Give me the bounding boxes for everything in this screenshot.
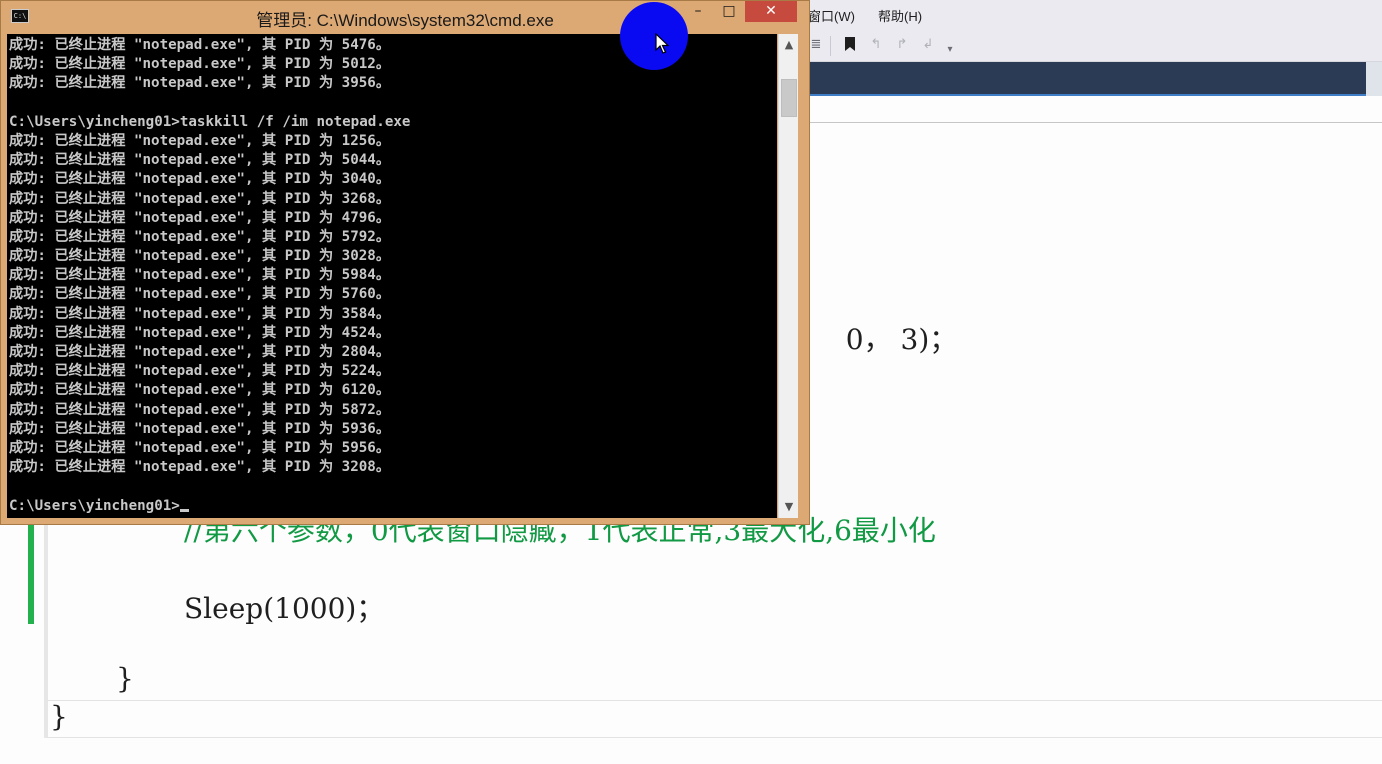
code-sleep-call[interactable]: Sleep(1000)； (184, 587, 384, 627)
console-line: 成功: 已终止进程 "notepad.exe", 其 PID 为 3028。 (9, 248, 391, 265)
console-line: 成功: 已终止进程 "notepad.exe", 其 PID 为 3584。 (9, 305, 391, 322)
code-line-args[interactable]: ， 0， 3)； (800, 318, 957, 358)
console-line: 成功: 已终止进程 "notepad.exe", 其 PID 为 6120。 (9, 382, 391, 399)
bookmark-prev-icon[interactable]: ↰ (868, 37, 884, 53)
console-line: 成功: 已终止进程 "notepad.exe", 其 PID 为 3268。 (9, 190, 391, 207)
console-prompt-text: C:\Users\yincheng01> (9, 497, 180, 514)
current-line-highlight (47, 700, 1382, 738)
mouse-pointer-icon (655, 33, 669, 54)
minimize-button[interactable]: – (684, 1, 712, 22)
menu-help[interactable]: 帮助(H) (878, 6, 922, 25)
scroll-thumb[interactable] (781, 79, 797, 117)
close-button[interactable]: ✕ (745, 1, 797, 22)
tab-scroll-button[interactable] (1366, 62, 1382, 96)
console-line: 成功: 已终止进程 "notepad.exe", 其 PID 为 5872。 (9, 401, 391, 418)
console-line: 成功: 已终止进程 "notepad.exe", 其 PID 为 5760。 (9, 286, 391, 303)
cmd-title-bar[interactable]: C:\ 管理员: C:\Windows\system32\cmd.exe – □… (1, 1, 809, 33)
text-cursor (179, 508, 189, 512)
console-line: 成功: 已终止进程 "notepad.exe", 其 PID 为 5044。 (9, 152, 391, 169)
console-line: 成功: 已终止进程 "notepad.exe", 其 PID 为 5012。 (9, 56, 391, 73)
scroll-up-arrow-icon[interactable]: ▲ (779, 34, 799, 56)
console-line: C:\Users\yincheng01>taskkill /f /im note… (9, 113, 411, 130)
console-line: 成功: 已终止进程 "notepad.exe", 其 PID 为 5792。 (9, 228, 391, 245)
menu-window[interactable]: 窗口(W) (808, 6, 855, 25)
maximize-button[interactable]: □ (714, 1, 744, 22)
console-line: 成功: 已终止进程 "notepad.exe", 其 PID 为 5936。 (9, 420, 391, 437)
bookmark-next-icon[interactable]: ↱ (894, 37, 910, 53)
console-line: 成功: 已终止进程 "notepad.exe", 其 PID 为 4524。 (9, 324, 391, 341)
console-line: 成功: 已终止进程 "notepad.exe", 其 PID 为 2804。 (9, 344, 391, 360)
change-tracking-bar (28, 516, 34, 624)
console-line: 成功: 已终止进程 "notepad.exe", 其 PID 为 3956。 (9, 75, 391, 92)
console-prompt[interactable]: C:\Users\yincheng01> (9, 497, 410, 516)
console-output[interactable]: 成功: 已终止进程 "notepad.exe", 其 PID 为 5476。 成功… (7, 34, 777, 518)
code-outer-brace[interactable]: } (50, 700, 68, 733)
console-line: 成功: 已终止进程 "notepad.exe", 其 PID 为 5984。 (9, 267, 391, 284)
console-line: 成功: 已终止进程 "notepad.exe", 其 PID 为 3208。 (9, 459, 391, 476)
cmd-window[interactable]: C:\ 管理员: C:\Windows\system32\cmd.exe – □… (0, 0, 810, 525)
console-line: 成功: 已终止进程 "notepad.exe", 其 PID 为 5224。 (9, 363, 391, 380)
scroll-down-arrow-icon[interactable]: ▼ (779, 496, 799, 518)
console-line: 成功: 已终止进程 "notepad.exe", 其 PID 为 3040。 (9, 171, 391, 188)
code-inner-brace[interactable]: } (116, 662, 134, 695)
toolbar-divider (830, 36, 831, 56)
console-line: 成功: 已终止进程 "notepad.exe", 其 PID 为 4796。 (9, 209, 391, 226)
click-highlight (620, 2, 688, 70)
bookmark-icon[interactable] (842, 37, 858, 53)
align-icon[interactable]: ≣ (808, 37, 824, 53)
overflow-icon[interactable]: ▾ (942, 42, 958, 58)
console-lines: 成功: 已终止进程 "notepad.exe", 其 PID 为 5476。 成功… (9, 36, 410, 516)
console-scrollbar[interactable]: ▲ ▼ (778, 34, 798, 518)
bookmark-clear-icon[interactable]: ↲ (920, 37, 936, 53)
console-line: 成功: 已终止进程 "notepad.exe", 其 PID 为 5956。 (9, 439, 391, 456)
console-line: 成功: 已终止进程 "notepad.exe", 其 PID 为 5476。 (9, 37, 391, 53)
console-line: 成功: 已终止进程 "notepad.exe", 其 PID 为 1256。 (9, 132, 391, 149)
